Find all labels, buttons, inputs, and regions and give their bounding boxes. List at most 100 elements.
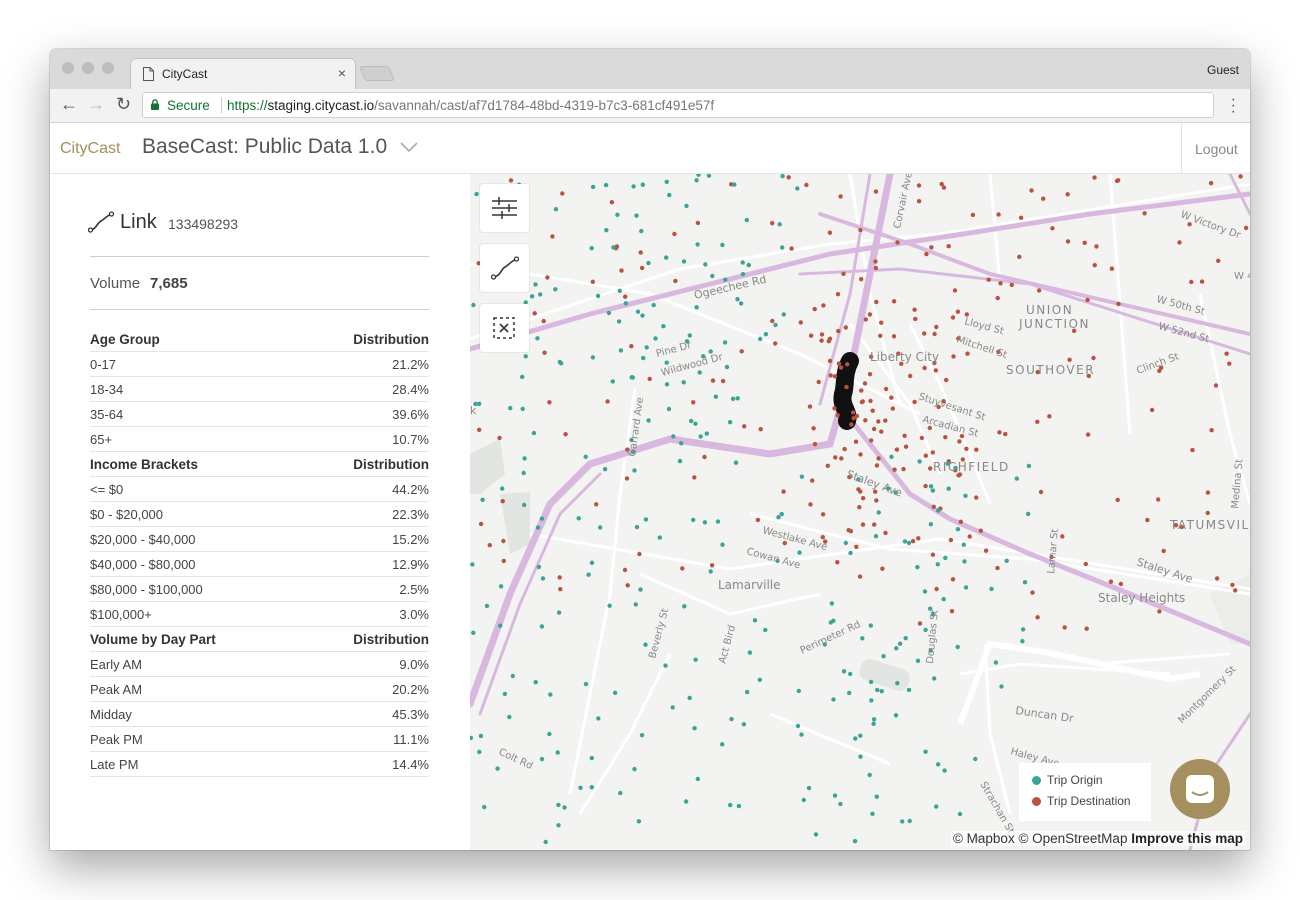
trip-destination-point	[819, 332, 825, 337]
row-value: 2.5%	[399, 582, 429, 597]
trip-origin-point	[604, 228, 609, 233]
trip-origin-point	[932, 676, 937, 681]
trip-destination-point	[739, 349, 744, 354]
trip-destination-point	[558, 587, 563, 592]
improve-map-link[interactable]: Improve this map	[1131, 831, 1243, 846]
chevron-down-icon[interactable]	[400, 141, 418, 153]
trip-destination-point	[883, 418, 888, 423]
trip-origin-point	[612, 690, 618, 695]
trip-origin-point	[922, 589, 928, 594]
trip-origin-point	[773, 322, 778, 328]
map-canvas[interactable]: UNION JUNCTION SOUTHOVER RICHFIELD TATUM…	[470, 174, 1250, 850]
trip-origin-point	[596, 716, 601, 721]
trip-origin-point	[895, 681, 900, 686]
trip-destination-point	[883, 386, 889, 392]
logout-button[interactable]: Logout	[1195, 141, 1238, 157]
table-row: Peak PM 11.1%	[90, 727, 429, 752]
trip-origin-point	[583, 681, 589, 687]
selected-link[interactable]	[833, 352, 859, 430]
browser-tab[interactable]: CityCast ×	[130, 58, 356, 89]
trip-destination-point	[943, 435, 948, 440]
trip-origin-point	[893, 713, 899, 718]
link-tool-button[interactable]	[480, 244, 529, 292]
trip-destination-point	[998, 281, 1003, 286]
trip-destination-point	[1243, 225, 1249, 231]
trip-origin-point	[617, 288, 622, 293]
trip-destination-point	[770, 221, 775, 226]
trip-destination-point	[895, 240, 900, 245]
trip-destination-point	[964, 446, 969, 451]
table-row: 35-64 39.6%	[90, 402, 429, 427]
trip-origin-point	[853, 736, 858, 741]
trip-origin-point	[691, 517, 696, 523]
minimize-window-button[interactable]	[82, 62, 94, 74]
label-corvair: Corvair Ave	[892, 174, 915, 230]
trip-origin-point	[695, 776, 700, 782]
row-label: 35-64	[90, 407, 124, 422]
trip-destination-point	[916, 536, 921, 541]
tab-close-button[interactable]: ×	[338, 65, 346, 81]
trip-destination-point	[1085, 297, 1090, 303]
trip-origin-point	[502, 691, 508, 697]
table-row: 0-17 21.2%	[90, 352, 429, 377]
trip-origin-point	[543, 839, 548, 845]
close-window-button[interactable]	[62, 62, 74, 74]
trip-destination-point	[1050, 226, 1055, 231]
trip-destination-point	[605, 399, 610, 404]
age-header-row: Age Group Distribution	[90, 327, 429, 352]
trip-destination-point	[770, 318, 775, 324]
row-value: 20.2%	[392, 682, 429, 697]
url-text[interactable]: https://staging.citycast.io/savannah/cas…	[227, 98, 714, 113]
trip-destination-point	[532, 311, 537, 316]
trip-destination-point	[1224, 351, 1229, 356]
maximize-window-button[interactable]	[102, 62, 114, 74]
trip-origin-point	[638, 587, 643, 592]
chat-button[interactable]	[1170, 759, 1230, 819]
forward-button[interactable]: →	[87, 94, 105, 115]
trip-destination-point	[944, 377, 949, 383]
map-view[interactable]: UNION JUNCTION SOUTHOVER RICHFIELD TATUM…	[470, 174, 1250, 850]
trip-origin-point	[735, 396, 740, 401]
cast-title[interactable]: BaseCast: Public Data 1.0	[142, 135, 387, 159]
trip-origin-point	[832, 793, 838, 798]
chat-icon	[1186, 775, 1214, 803]
tab-title: CityCast	[162, 67, 208, 81]
trip-destination-point	[879, 320, 884, 325]
filter-button[interactable]	[480, 184, 529, 232]
trip-destination-point	[894, 447, 900, 452]
trip-origin-point	[1026, 463, 1032, 469]
trip-origin-point	[935, 562, 940, 567]
clear-selection-button[interactable]	[480, 304, 529, 352]
trip-origin-point	[539, 516, 545, 521]
profile-label[interactable]: Guest	[1207, 63, 1239, 77]
trip-origin-point	[578, 785, 583, 790]
back-button[interactable]: ←	[60, 94, 78, 115]
trip-origin-point	[732, 182, 737, 187]
label-lamarville: Lamarville	[718, 578, 781, 592]
trip-destination-point	[835, 413, 840, 418]
trip-origin-point	[1020, 639, 1025, 644]
income-header-row: Income Brackets Distribution	[90, 452, 429, 477]
row-label: $80,000 - $100,000	[90, 582, 203, 597]
reload-button[interactable]: ↻	[116, 94, 131, 115]
trip-destination-point	[929, 245, 934, 250]
row-label: Late PM	[90, 757, 139, 772]
trip-destination-point	[932, 331, 937, 337]
trip-destination-point	[1233, 588, 1238, 593]
trip-origin-point	[915, 564, 920, 570]
attribution-text[interactable]: © Mapbox © OpenStreetMap	[953, 831, 1127, 846]
label-clinch: Clinch St	[1135, 351, 1180, 376]
trip-origin-point	[831, 697, 836, 702]
trip-destination-point	[891, 299, 897, 304]
trip-destination-point	[1189, 279, 1194, 285]
trip-origin-point	[729, 716, 734, 722]
new-tab-button[interactable]	[359, 66, 395, 81]
trip-destination-point	[828, 373, 833, 378]
address-bar[interactable]: Secure https://staging.citycast.io/savan…	[142, 92, 1214, 118]
brand-logo[interactable]: CityCast	[60, 140, 120, 158]
browser-menu-icon[interactable]: · · ·	[1231, 92, 1236, 120]
trip-destination-point	[590, 279, 595, 284]
trip-destination-point	[1038, 489, 1044, 495]
logout-area: Logout	[1181, 123, 1250, 173]
trip-origin-point	[838, 801, 843, 807]
